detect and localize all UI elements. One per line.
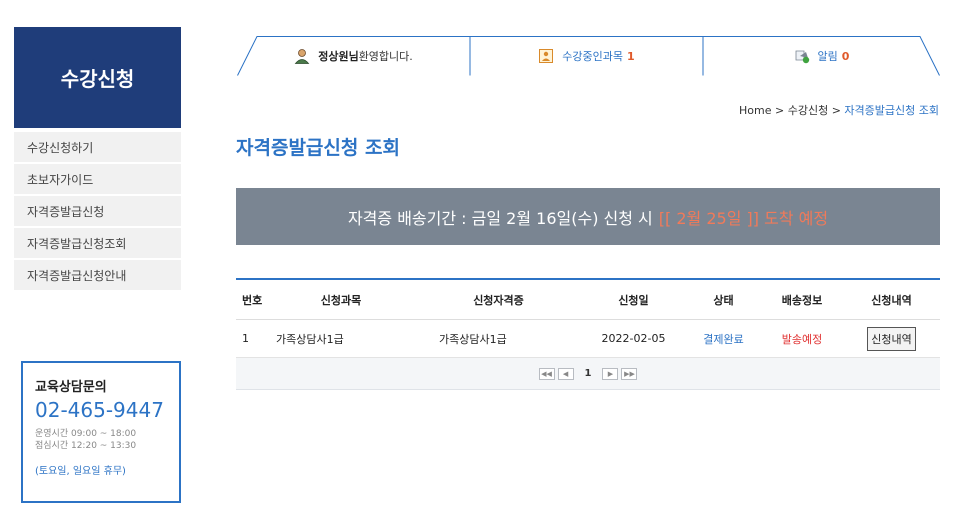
counsel-box: 교육상담문의 02-465-9447 운영시간 09:00 ~ 18:00 점심…: [21, 361, 181, 503]
page-number[interactable]: 1: [585, 368, 592, 379]
application-table: 번호 신청과목 신청자격증 신청일 상태 배송정보 신청내역 1 가족상담사1급…: [236, 278, 940, 390]
header-date: 신청일: [618, 293, 649, 307]
header-detail: 신청내역: [871, 293, 912, 307]
course-icon: [539, 49, 554, 63]
breadcrumb-current: 자격증발급신청 조회: [844, 104, 939, 117]
bell-icon: [795, 50, 809, 64]
header-no: 번호: [242, 293, 263, 307]
last-page-icon[interactable]: ▶▶: [621, 367, 638, 380]
user-icon: [294, 49, 310, 64]
sidebar-menu: 수강신청하기 초보자가이드 자격증발급신청 자격증발급신청조회 자격증발급신청안…: [14, 132, 181, 292]
table-row: 1 가족상담사1급 가족상담사1급 2022-02-05 결제완료 발송예정 신…: [236, 320, 940, 358]
next-page-icon[interactable]: ▶: [602, 367, 619, 380]
shipping-notice-banner: 자격증 배송기간 : 금일 2월 16일(수) 신청 시 [[ 2월 25일 ]…: [236, 188, 940, 245]
alerts-cell[interactable]: 알림 0: [703, 36, 940, 76]
breadcrumb-separator: >: [831, 104, 841, 117]
cell-course: 가족상담사1급: [276, 332, 344, 346]
cell-detail: 신청내역: [843, 326, 940, 351]
alerts-count: 0: [841, 49, 850, 63]
detail-button[interactable]: 신청내역: [867, 326, 916, 351]
cell-no: 1: [242, 332, 249, 345]
user-name: 정상원님: [318, 50, 359, 63]
welcome-cell: 정상원님 환영합니다.: [237, 36, 470, 76]
header-course: 신청과목: [320, 293, 362, 307]
counsel-closed: (토요일, 일요일 휴무): [35, 466, 126, 477]
counsel-hours-lunch: 점심시간 12:20 ~ 13:30: [35, 441, 137, 451]
cell-shipping: 발송예정: [781, 332, 823, 346]
breadcrumb: Home > 수강신청 > 자격증발급신청 조회: [739, 102, 939, 118]
pagination: ◀◀ ◀ 1 ▶ ▶▶: [236, 358, 940, 390]
top-status-bar: 정상원님 환영합니다. 수강중인과목 1 알림 0: [237, 36, 940, 76]
notice-highlight: [[ 2월 25일 ]] 도착 예정: [658, 208, 829, 228]
counsel-hours: 운영시간 09:00 ~ 18:00 점심시간 12:20 ~ 13:30: [35, 428, 167, 452]
welcome-text: 환영합니다.: [358, 50, 413, 63]
cell-date: 2022-02-05: [601, 332, 666, 345]
cell-status: 결제완료: [703, 332, 744, 346]
sidebar-item-apply[interactable]: 수강신청하기: [14, 132, 181, 164]
header-cert: 신청자격증: [473, 293, 524, 307]
counsel-title: 교육상담문의: [35, 380, 107, 395]
breadcrumb-home[interactable]: Home: [739, 104, 771, 117]
courses-label: 수강중인과목: [562, 50, 624, 63]
table-header: 번호 신청과목 신청자격증 신청일 상태 배송정보 신청내역: [236, 280, 940, 320]
courses-cell[interactable]: 수강중인과목 1: [470, 36, 703, 76]
counsel-phone: 02-465-9447: [35, 398, 164, 422]
sidebar-item-beginner-guide[interactable]: 초보자가이드: [14, 164, 181, 196]
alerts-label: 알림: [817, 50, 838, 63]
sidebar-title: 수강신청: [14, 27, 181, 128]
sidebar-item-cert-inquiry[interactable]: 자격증발급신청조회: [14, 228, 181, 260]
header-status: 상태: [713, 293, 734, 307]
prev-page-icon[interactable]: ◀: [557, 367, 574, 380]
first-page-icon[interactable]: ◀◀: [538, 367, 555, 380]
courses-count: 1: [627, 49, 635, 63]
cell-cert: 가족상담사1급: [439, 332, 507, 346]
breadcrumb-separator: >: [775, 104, 785, 117]
sidebar-item-cert-apply[interactable]: 자격증발급신청: [14, 196, 181, 228]
header-shipping: 배송정보: [781, 293, 823, 307]
counsel-hours-operating: 운영시간 09:00 ~ 18:00: [35, 429, 137, 439]
breadcrumb-section[interactable]: 수강신청: [788, 104, 828, 117]
sidebar-item-cert-guide[interactable]: 자격증발급신청안내: [14, 260, 181, 292]
page-title: 자격증발급신청 조회: [236, 137, 400, 159]
notice-text: 자격증 배송기간 : 금일 2월 16일(수) 신청 시: [347, 208, 653, 228]
